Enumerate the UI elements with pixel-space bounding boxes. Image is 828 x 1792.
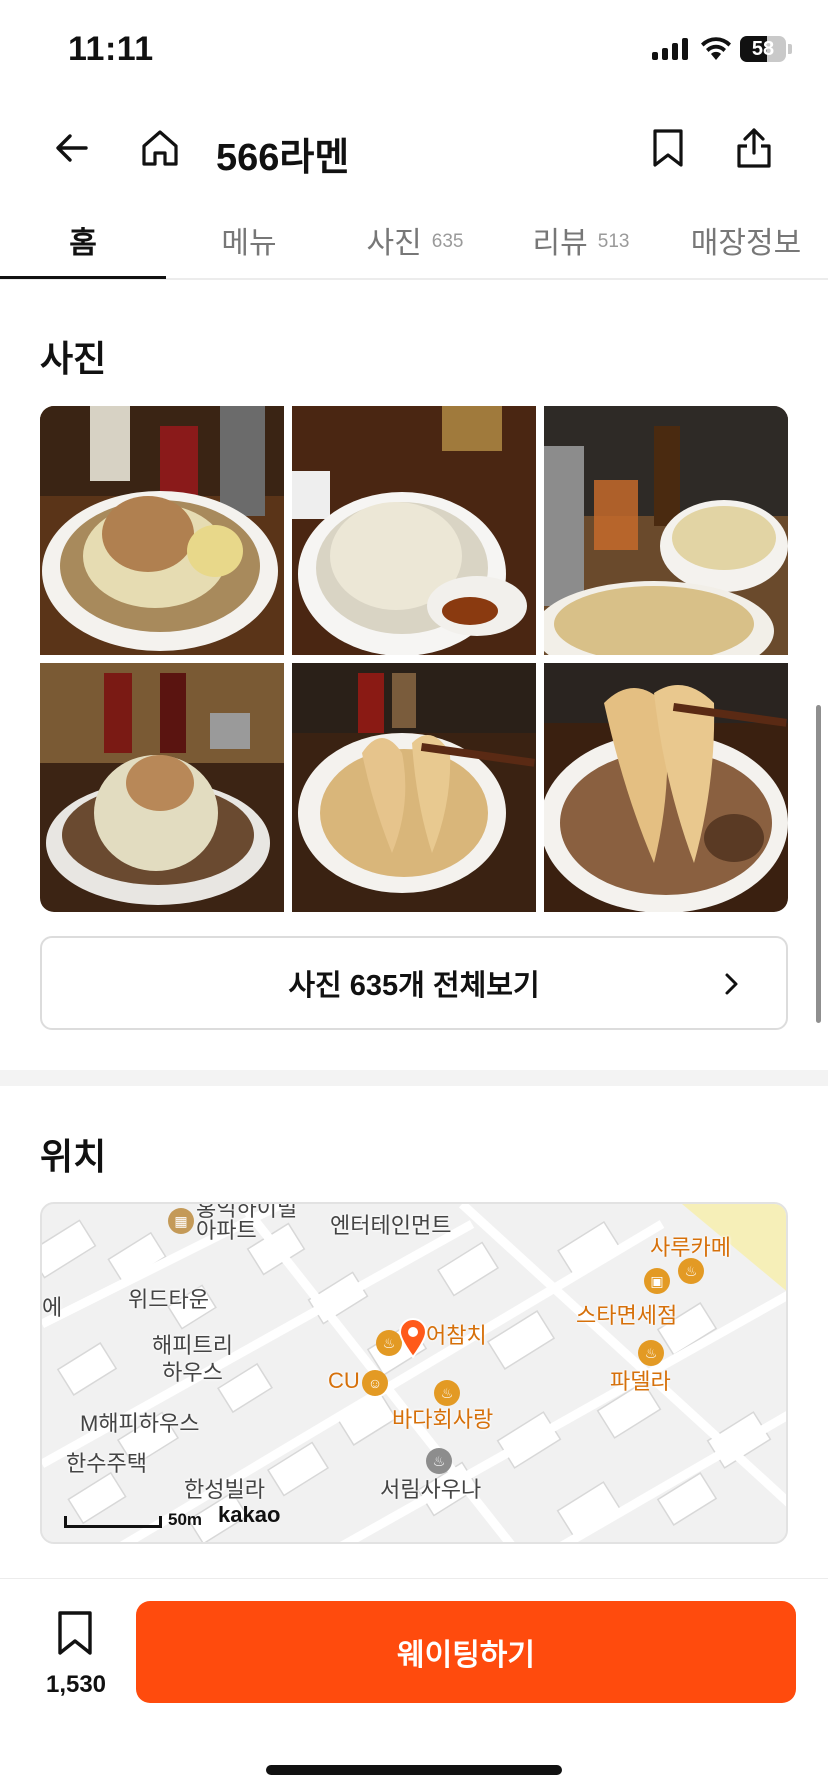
location-map[interactable]: ▦ 홍익하이빌 아파트 엔터테인먼트 사루카메 ♨ 에 위드타운 ▣ 스타면세점 … xyxy=(40,1202,788,1544)
restaurant-poi-icon[interactable]: ♨ xyxy=(638,1340,664,1366)
tab-reviews[interactable]: 리뷰 513 xyxy=(498,200,664,280)
waiting-button-label: 웨이팅하기 xyxy=(397,1639,535,1672)
status-bar: 11:11 58 xyxy=(0,0,828,100)
ramen-photo-image xyxy=(292,406,536,655)
tab-label: 메뉴 xyxy=(221,227,277,260)
home-indicator[interactable] xyxy=(266,1765,562,1775)
save-place-button[interactable]: 1,530 xyxy=(28,1589,124,1709)
battery-level: 58 xyxy=(751,38,775,60)
map-scale-bar xyxy=(64,1516,162,1528)
shopping-poi-icon[interactable]: ▣ xyxy=(644,1268,670,1294)
photo-grid xyxy=(40,406,788,912)
tab-label: 리뷰 xyxy=(532,227,588,260)
tab-photos[interactable]: 사진 635 xyxy=(332,200,498,280)
map-label: 서림사우나 xyxy=(380,1477,482,1502)
map-label: 파델라 xyxy=(610,1369,671,1394)
photo-thumbnail[interactable] xyxy=(40,663,284,912)
map-label: 엔터테인먼트 xyxy=(330,1213,452,1238)
tab-store-info[interactable]: 매장정보 xyxy=(664,200,828,280)
map-label: CU xyxy=(328,1368,360,1393)
map-scale-label: 50m xyxy=(168,1510,203,1529)
tab-label: 사진 xyxy=(366,227,422,260)
share-icon xyxy=(737,128,771,168)
tab-home[interactable]: 홈 xyxy=(0,200,166,280)
tab-menu[interactable]: 메뉴 xyxy=(166,200,332,280)
map-provider-logo: kakao xyxy=(218,1502,281,1527)
chevron-right-icon xyxy=(725,973,738,995)
tab-label: 매장정보 xyxy=(690,227,802,260)
sauna-poi-icon[interactable]: ♨ xyxy=(426,1448,452,1474)
tab-count: 635 xyxy=(431,231,464,252)
photo-thumbnail[interactable] xyxy=(544,663,788,912)
tab-count: 513 xyxy=(597,231,630,252)
wifi-icon xyxy=(701,37,731,60)
bookmark-button[interactable] xyxy=(636,116,700,180)
map-label: 해피트리 하우스 xyxy=(152,1333,233,1385)
page-title: 566라멘 xyxy=(216,137,350,179)
home-icon xyxy=(142,130,178,166)
ramen-photo-image xyxy=(292,663,536,912)
photos-section-title: 사진 xyxy=(40,338,107,379)
active-tab-indicator xyxy=(0,276,166,279)
map-label: 한수주택 xyxy=(66,1451,147,1476)
map-label: 위드타운 xyxy=(128,1287,209,1312)
map-label: 홍익하이빌 아파트 xyxy=(196,1202,298,1243)
save-count: 1,530 xyxy=(45,1671,107,1698)
bottom-action-bar: 1,530 웨이팅하기 xyxy=(0,1578,828,1792)
scrollbar[interactable] xyxy=(816,705,821,1023)
location-section-title: 위치 xyxy=(40,1136,107,1177)
map-label: 에 xyxy=(42,1295,63,1320)
map-label: 바다회사랑 xyxy=(392,1407,494,1432)
ramen-photo-image xyxy=(40,406,284,655)
restaurant-poi-icon[interactable]: ♨ xyxy=(678,1258,704,1284)
home-button[interactable] xyxy=(128,116,192,180)
ramen-photo-image xyxy=(544,663,788,912)
map-label: 어참치 xyxy=(426,1323,487,1348)
battery-icon: 58 xyxy=(740,36,792,62)
ramen-photo-image xyxy=(544,406,788,655)
photo-thumbnail[interactable] xyxy=(292,663,536,912)
bookmark-icon xyxy=(58,1611,92,1655)
view-all-photos-label: 사진 635개 전체보기 xyxy=(288,970,540,1002)
status-time: 11:11 xyxy=(68,30,154,68)
photo-thumbnail[interactable] xyxy=(40,406,284,655)
map-label: 한성빌라 xyxy=(184,1477,265,1502)
ramen-photo-image xyxy=(40,663,284,912)
back-button[interactable] xyxy=(40,116,104,180)
waiting-button[interactable]: 웨이팅하기 xyxy=(136,1601,796,1703)
map-label: 스타면세점 xyxy=(576,1303,678,1328)
tab-bar: 홈 메뉴 사진 635 리뷰 513 매장정보 xyxy=(0,200,828,280)
photo-thumbnail[interactable] xyxy=(544,406,788,655)
section-divider xyxy=(0,1070,828,1086)
location-pin-icon xyxy=(398,1318,428,1358)
top-navigation-bar: 566라멘 xyxy=(0,108,828,188)
share-button[interactable] xyxy=(722,116,786,180)
view-all-photos-button[interactable]: 사진 635개 전체보기 xyxy=(40,936,788,1030)
bookmark-icon xyxy=(653,129,683,167)
photo-thumbnail[interactable] xyxy=(292,406,536,655)
map-label: M해피하우스 xyxy=(80,1411,200,1436)
tab-label: 홈 xyxy=(69,227,97,260)
apartment-poi-icon[interactable]: ▦ xyxy=(168,1208,194,1234)
cellular-signal-icon xyxy=(652,38,688,60)
back-arrow-icon xyxy=(56,134,88,162)
convenience-store-poi-icon[interactable]: ☺ xyxy=(362,1370,388,1396)
